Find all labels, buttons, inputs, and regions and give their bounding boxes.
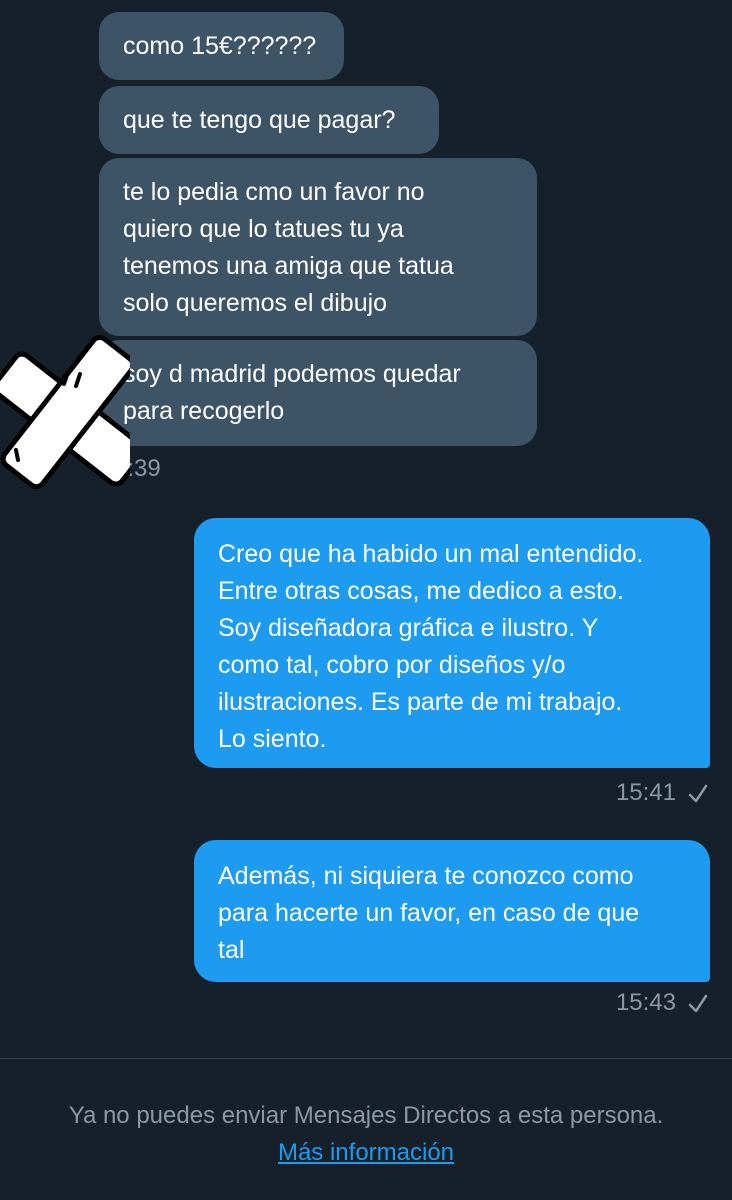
outgoing-message[interactable]: Además, ni siquiera te conozco como para…	[194, 840, 710, 982]
sent-check-icon	[688, 994, 708, 1013]
incoming-message[interactable]: que te tengo que pagar?	[99, 86, 439, 154]
incoming-message[interactable]: soy d madrid podemos quedar para recoger…	[99, 340, 537, 446]
sent-check-icon	[688, 784, 708, 803]
outgoing-timestamp: 15:41	[615, 779, 676, 806]
more-info-link[interactable]: Más información	[278, 1139, 454, 1166]
incoming-message[interactable]: como 15€??????	[99, 12, 344, 80]
outgoing-timestamp: 15:43	[615, 989, 676, 1016]
dm-disabled-notice: Ya no puedes enviar Mensajes Directos a …	[68, 1102, 664, 1129]
incoming-message[interactable]: te lo pedia cmo un favor no quiero que l…	[99, 158, 537, 336]
bandage-x-sticker	[0, 334, 130, 490]
footer-divider	[0, 1058, 732, 1059]
outgoing-message[interactable]: Creo que ha habido un mal entendido. Ent…	[194, 518, 710, 768]
more-info-row: Más información	[0, 1137, 732, 1169]
